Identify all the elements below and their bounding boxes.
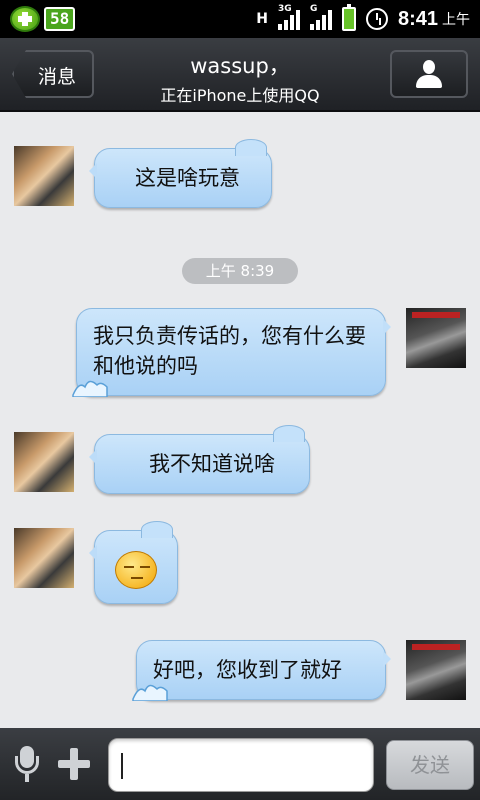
status-bar: 58 H 3G G 8:41 上午 <box>0 0 480 38</box>
timestamp-badge: 上午 8:39 <box>182 258 298 284</box>
message-text: 我只负责传话的，您有什么要和他说的吗 <box>93 324 366 378</box>
clock-time: 8:41 <box>397 7 438 30</box>
360-security-icon <box>10 6 40 32</box>
message-bubble[interactable]: 这是啥玩意 <box>89 139 272 208</box>
message-bubble[interactable]: 我不知道说啥 <box>89 425 310 494</box>
message-text: 好吧，您收到了就好 <box>153 658 342 682</box>
person-icon <box>414 60 444 88</box>
alarm-clock-icon <box>365 8 388 30</box>
message-bubble[interactable]: 好吧，您收到了就好 <box>132 640 391 701</box>
my-avatar[interactable] <box>406 308 466 368</box>
network-3g-label: 3G <box>277 4 292 14</box>
contact-avatar[interactable] <box>14 528 74 588</box>
notification-badge: 58 <box>44 7 76 31</box>
chat-message-list[interactable]: 这是啥玩意 上午 8:39 我只负责传话的，您有什么要和他说的吗 我不知道说啥 … <box>0 112 480 728</box>
text-caret <box>121 753 123 779</box>
message-text: 我不知道说啥 <box>149 452 275 476</box>
contact-profile-button[interactable] <box>390 50 468 98</box>
message-text-input[interactable] <box>108 738 374 792</box>
network-g-label: G <box>309 4 318 14</box>
signal-g-icon: G <box>309 4 332 30</box>
battery-charging-icon <box>341 4 356 31</box>
add-attachment-plus-icon[interactable] <box>58 748 90 780</box>
message-bubble[interactable] <box>89 521 178 604</box>
wave-decoration-icon <box>72 380 108 397</box>
chat-header: 消息 wassup， 正在iPhone上使用QQ <box>0 38 480 112</box>
message-bubble[interactable]: 我只负责传话的，您有什么要和他说的吗 <box>72 308 391 397</box>
hplus-data-icon: H <box>256 11 268 27</box>
signal-3g-icon: 3G <box>277 4 300 30</box>
voice-microphone-icon[interactable] <box>12 746 44 784</box>
speechless-face-emoji-icon <box>115 551 157 589</box>
message-text: 这是啥玩意 <box>135 166 240 190</box>
clock-ampm: 上午 <box>442 12 470 28</box>
contact-avatar[interactable] <box>14 432 74 492</box>
my-avatar[interactable] <box>406 640 466 700</box>
contact-avatar[interactable] <box>14 146 74 206</box>
wave-decoration-icon <box>132 684 168 701</box>
message-input-bar: 发送 <box>0 728 480 800</box>
send-button[interactable]: 发送 <box>386 740 474 790</box>
